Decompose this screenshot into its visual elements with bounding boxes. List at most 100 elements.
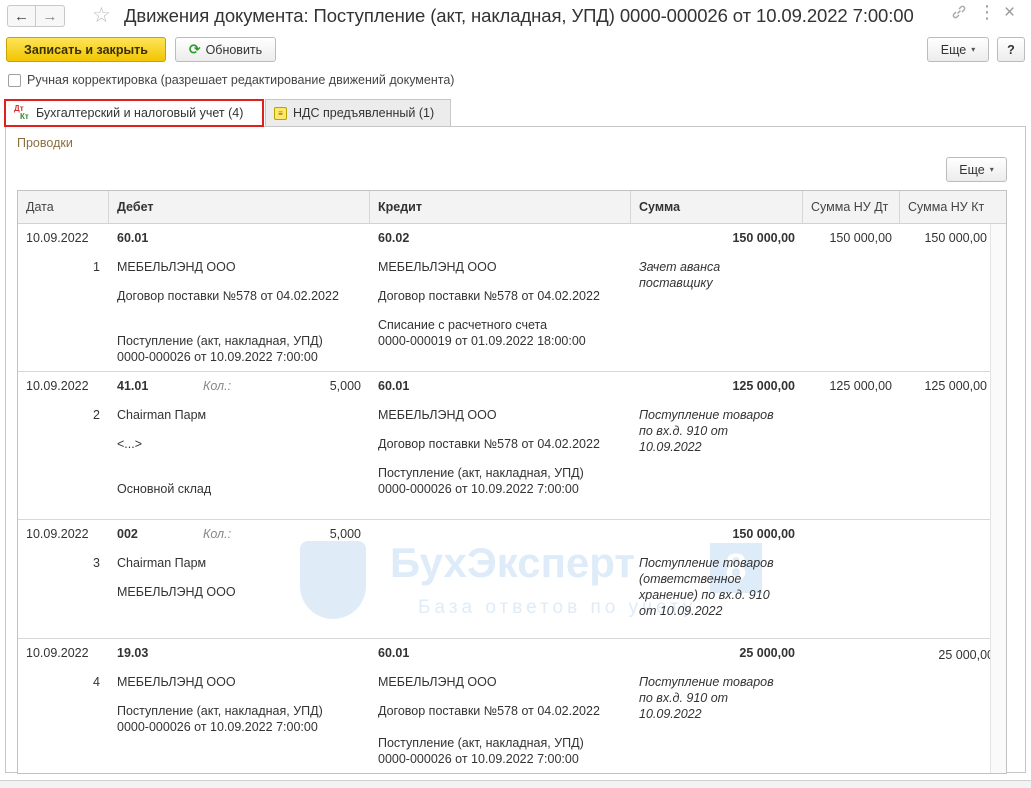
- column-date[interactable]: Дата: [18, 191, 109, 223]
- window-title: Движения документа: Поступление (акт, на…: [124, 5, 914, 26]
- close-icon[interactable]: ×: [1004, 2, 1015, 24]
- forward-button[interactable]: →: [36, 5, 65, 27]
- credit-subconto: 0000-000026 от 10.09.2022 7:00:00: [378, 752, 579, 766]
- tab-accounting-label: Бухгалтерский и налоговый учет (4): [36, 106, 244, 120]
- window-bottom-edge: [0, 780, 1031, 788]
- credit-subconto: Договор поставки №578 от 04.02.2022: [378, 437, 600, 451]
- credit-subconto: МЕБЕЛЬЛЭНД ООО: [378, 260, 497, 274]
- back-button[interactable]: ←: [7, 5, 36, 27]
- row-number: 2: [93, 408, 100, 422]
- manual-edit-label[interactable]: Ручная корректировка (разрешает редактир…: [27, 73, 454, 87]
- row-content: поставщику: [639, 276, 713, 290]
- tab-vat[interactable]: ≡ НДС предъявленный (1): [265, 99, 451, 126]
- debit-account: 41.01: [117, 379, 149, 393]
- row-content: Поступление товаров: [639, 675, 774, 689]
- help-button[interactable]: ?: [997, 37, 1025, 62]
- row-content: Поступление товаров: [639, 408, 774, 422]
- debit-subconto: Chairman Парм: [117, 408, 207, 422]
- register-icon: ≡: [274, 106, 287, 120]
- column-debit[interactable]: Дебет: [109, 191, 370, 223]
- row-sum-nu-kt: 25 000,00: [938, 648, 994, 662]
- row-sum-nu-kt: 125 000,00: [924, 379, 987, 393]
- section-title: Проводки: [17, 136, 73, 150]
- column-sum[interactable]: Сумма: [631, 191, 803, 223]
- watermark-title: БухЭксперт: [390, 539, 635, 586]
- credit-subconto: Поступление (акт, накладная, УПД): [378, 466, 584, 480]
- credit-subconto: 0000-000026 от 10.09.2022 7:00:00: [378, 482, 579, 496]
- row-divider: [18, 638, 992, 639]
- more-button[interactable]: Еще ▾: [927, 37, 989, 62]
- manual-edit-checkbox[interactable]: [8, 74, 21, 87]
- vertical-scrollbar[interactable]: [990, 224, 1006, 773]
- caret-down-icon: ▾: [971, 45, 976, 54]
- debit-subconto: Договор поставки №578 от 04.02.2022: [117, 289, 339, 303]
- row-sum-nu-dt: 150 000,00: [829, 231, 892, 245]
- more-vert-icon[interactable]: ⋮: [978, 2, 996, 23]
- column-sum-nu-dt[interactable]: Сумма НУ Дт: [803, 191, 900, 223]
- row-content: 10.09.2022: [639, 707, 702, 721]
- row-sum: 125 000,00: [732, 379, 795, 393]
- debit-subconto: 0000-000026 от 10.09.2022 7:00:00: [117, 350, 318, 364]
- debit-subconto: Основной склад: [117, 482, 212, 496]
- credit-subconto: Поступление (акт, накладная, УПД): [378, 736, 584, 750]
- credit-subconto: Договор поставки №578 от 04.02.2022: [378, 704, 600, 718]
- debit-quantity-label: Кол.:: [203, 379, 232, 393]
- refresh-button[interactable]: ⟳ Обновить: [175, 37, 276, 62]
- save-and-close-button[interactable]: Записать и закрыть: [6, 37, 166, 62]
- caret-down-icon: ▾: [989, 165, 994, 174]
- favorite-star-icon[interactable]: ☆: [92, 3, 111, 28]
- debit-subconto: МЕБЕЛЬЛЭНД ООО: [117, 675, 236, 689]
- table-more-button[interactable]: Еще ▾: [946, 157, 1007, 182]
- row-content: от 10.09.2022: [639, 604, 723, 618]
- debit-subconto: МЕБЕЛЬЛЭНД ООО: [117, 585, 236, 599]
- row-sum: 150 000,00: [732, 527, 795, 541]
- refresh-label: Обновить: [205, 42, 263, 57]
- postings-table[interactable]: Дата Дебет Кредит Сумма Сумма НУ Дт Сумм…: [17, 190, 1007, 774]
- row-divider: [18, 519, 992, 520]
- dt-kt-icon: Дт Кт: [14, 104, 29, 121]
- row-sum: 25 000,00: [739, 646, 795, 660]
- row-content: хранение) по вх.д. 910: [639, 588, 770, 602]
- shield-logo-icon: [300, 541, 366, 619]
- debit-subconto: 0000-000026 от 10.09.2022 7:00:00: [117, 720, 318, 734]
- debit-subconto: Поступление (акт, накладная, УПД): [117, 704, 323, 718]
- row-date: 10.09.2022: [26, 231, 89, 245]
- tab-accounting[interactable]: Дт Кт Бухгалтерский и налоговый учет (4): [4, 99, 264, 127]
- row-content: 10.09.2022: [639, 440, 702, 454]
- debit-account: 19.03: [117, 646, 149, 660]
- tab-vat-label: НДС предъявленный (1): [293, 106, 435, 120]
- more-label: Еще: [940, 42, 967, 57]
- row-content: по вх.д. 910 от: [639, 691, 729, 705]
- credit-subconto: МЕБЕЛЬЛЭНД ООО: [378, 408, 497, 422]
- row-number: 1: [93, 260, 100, 274]
- row-content: (ответственное: [639, 572, 742, 586]
- credit-subconto: Договор поставки №578 от 04.02.2022: [378, 289, 600, 303]
- row-content: по вх.д. 910 от: [639, 424, 729, 438]
- debit-subconto: МЕБЕЛЬЛЭНД ООО: [117, 260, 236, 274]
- arrow-right-icon: →: [42, 7, 58, 25]
- debit-quantity: 5,000: [329, 527, 361, 541]
- help-label: ?: [1007, 42, 1015, 57]
- debit-quantity-label: Кол.:: [203, 527, 232, 541]
- row-number: 4: [93, 675, 100, 689]
- column-sum-nu-kt[interactable]: Сумма НУ Кт: [900, 191, 992, 223]
- row-divider: [18, 371, 992, 372]
- credit-subconto: МЕБЕЛЬЛЭНД ООО: [378, 675, 497, 689]
- credit-account: 60.01: [378, 646, 410, 660]
- row-sum-nu-dt: 125 000,00: [829, 379, 892, 393]
- column-credit[interactable]: Кредит: [370, 191, 631, 223]
- save-and-close-label: Записать и закрыть: [24, 42, 148, 57]
- link-icon[interactable]: [951, 4, 967, 25]
- debit-subconto: Chairman Парм: [117, 556, 207, 570]
- row-date: 10.09.2022: [26, 646, 89, 660]
- row-date: 10.09.2022: [26, 379, 89, 393]
- row-number: 3: [93, 556, 100, 570]
- refresh-icon: ⟳: [188, 41, 201, 57]
- row-sum: 150 000,00: [732, 231, 795, 245]
- table-more-label: Еще: [959, 162, 985, 177]
- arrow-left-icon: ←: [14, 7, 29, 25]
- row-sum-nu-kt: 150 000,00: [924, 231, 987, 245]
- credit-subconto: Списание с расчетного счета: [378, 318, 548, 332]
- credit-subconto: 0000-000019 от 01.09.2022 18:00:00: [378, 334, 586, 348]
- table-header: Дата Дебет Кредит Сумма Сумма НУ Дт Сумм…: [18, 191, 1006, 224]
